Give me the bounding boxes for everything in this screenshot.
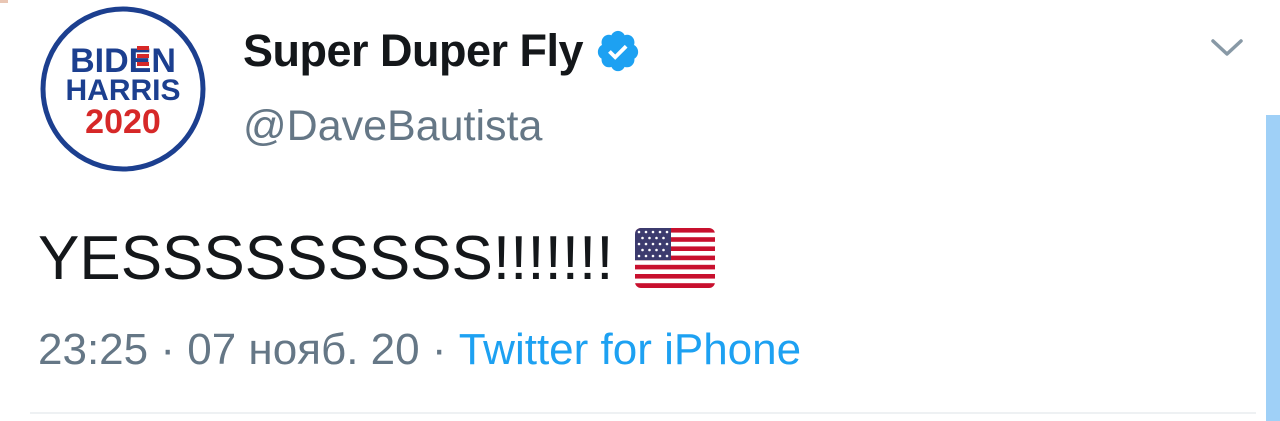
meta-separator: ·	[431, 325, 447, 374]
author-handle[interactable]: @DaveBautista	[243, 102, 542, 151]
tweet-time[interactable]: 23:25	[38, 325, 148, 374]
corner-mark	[0, 0, 8, 3]
display-name[interactable]: Super Duper Fly	[243, 25, 584, 77]
tweet-body: YESSSSSSSSS!!!!!!!	[38, 223, 614, 293]
verified-badge-icon	[597, 30, 639, 72]
chevron-down-icon[interactable]	[1208, 32, 1246, 62]
logo-line-year: 2020	[85, 103, 161, 141]
tweet-text: YESSSSSSSSS!!!!!!!	[38, 216, 716, 300]
tweet-source-link[interactable]: Twitter for iPhone	[459, 325, 801, 374]
avatar[interactable]: BIDEN HARRIS 2020	[40, 6, 206, 172]
meta-separator: ·	[160, 325, 175, 374]
divider	[30, 412, 1256, 414]
scroll-indicator[interactable]	[1266, 115, 1280, 421]
us-flag-icon	[635, 228, 716, 288]
tweet-date[interactable]: 07 нояб. 20	[187, 325, 419, 374]
biden-harris-logo: BIDEN HARRIS 2020	[40, 6, 206, 172]
tweet-meta: 23:25 · 07 нояб. 20 · Twitter for iPhone	[38, 325, 801, 375]
author-name-row[interactable]: Super Duper Fly	[243, 24, 641, 78]
